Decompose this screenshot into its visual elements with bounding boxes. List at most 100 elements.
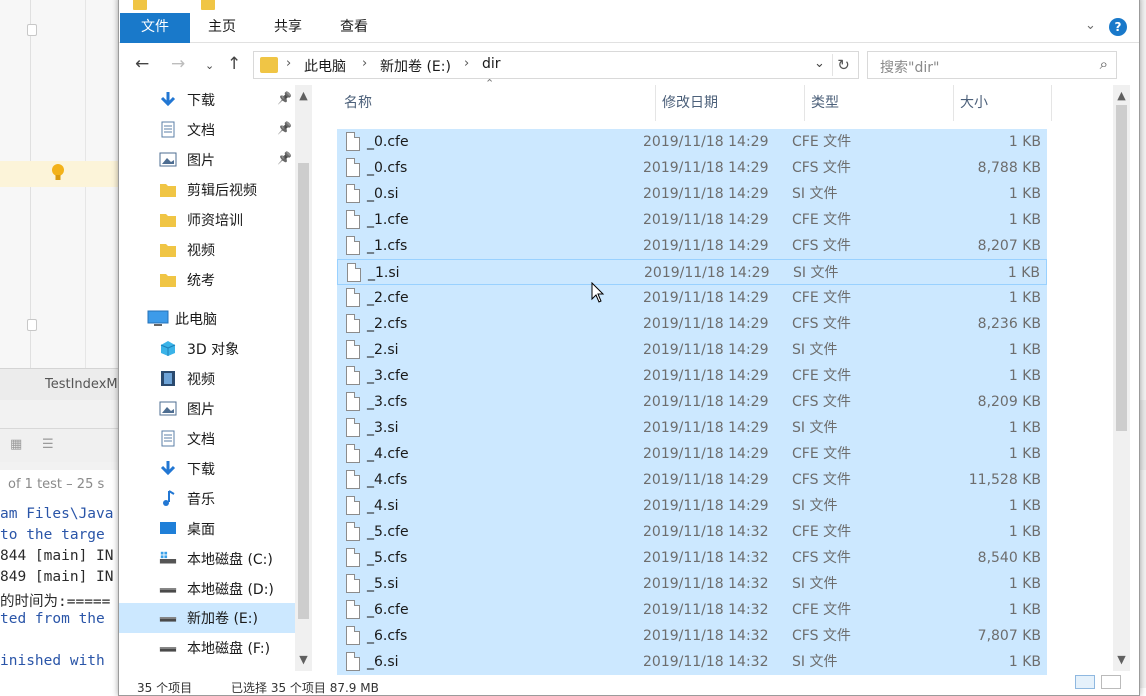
column-divider[interactable] [1051, 85, 1052, 121]
large-icons-view-button[interactable] [1101, 675, 1121, 689]
file-row[interactable]: _6.si 2019/11/18 14:32 SI 文件 1 KB [337, 649, 1047, 675]
nav-item[interactable]: 视频 [119, 364, 295, 394]
scroll-down-icon[interactable]: ▼ [1113, 653, 1130, 666]
list-icon[interactable]: ☰ [42, 437, 58, 452]
nav-item-label: 视频 [187, 243, 215, 259]
ribbon-expand-icon[interactable]: ⌄ [1085, 18, 1096, 33]
breadcrumb-drive-e[interactable]: 新加卷 (E:) [380, 56, 451, 76]
list-scrollbar-thumb[interactable] [1116, 105, 1127, 431]
refresh-icon[interactable]: ↻ [832, 54, 854, 76]
file-size: 1 KB [1008, 446, 1041, 462]
nav-item-label: 本地磁盘 (D:) [187, 582, 274, 598]
column-header-size[interactable]: 大小 [953, 85, 988, 121]
nav-item[interactable]: 图片 [119, 394, 295, 424]
nav-item[interactable]: 3D 对象 [119, 334, 295, 364]
scroll-down-icon[interactable]: ▼ [295, 653, 312, 666]
nav-item[interactable]: 本地磁盘 (D:) [119, 574, 295, 604]
details-view-button[interactable] [1075, 675, 1095, 689]
address-box[interactable]: › 此电脑 › 新加卷 (E:) › dir ⌄ ↻ [253, 51, 859, 79]
file-name: _2.cfs [367, 316, 408, 332]
nav-item[interactable]: 音乐 [119, 484, 295, 514]
search-input[interactable]: 搜索"dir" ⌕ [867, 51, 1117, 79]
help-icon[interactable]: ? [1109, 18, 1127, 36]
forward-arrow-icon[interactable]: → [171, 54, 185, 74]
file-row[interactable]: _6.cfe 2019/11/18 14:32 CFE 文件 1 KB [337, 597, 1047, 623]
nav-item[interactable]: 图片 📌 [119, 145, 295, 175]
file-row[interactable]: _2.si 2019/11/18 14:29 SI 文件 1 KB [337, 337, 1047, 363]
file-row[interactable]: _4.cfs 2019/11/18 14:29 CFS 文件 11,528 KB [337, 467, 1047, 493]
nav-item[interactable]: 文档 📌 [119, 115, 295, 145]
file-type: SI 文件 [792, 498, 838, 514]
file-row[interactable]: _0.cfs 2019/11/18 14:29 CFS 文件 8,788 KB [337, 155, 1047, 181]
file-row[interactable]: _3.cfs 2019/11/18 14:29 CFS 文件 8,209 KB [337, 389, 1047, 415]
tab-view[interactable]: 查看 [329, 13, 379, 43]
file-type: CFS 文件 [792, 550, 851, 566]
file-row[interactable]: _3.cfe 2019/11/18 14:29 CFE 文件 1 KB [337, 363, 1047, 389]
column-header-type[interactable]: 类型 [804, 85, 839, 121]
tab-file[interactable]: 文件 [120, 13, 190, 43]
fold-marker-icon[interactable] [27, 24, 37, 36]
scroll-up-icon[interactable]: ▲ [295, 89, 312, 102]
file-size: 1 KB [1008, 498, 1041, 514]
lightbulb-icon[interactable] [51, 163, 65, 183]
file-row[interactable]: _1.cfs 2019/11/18 14:29 CFS 文件 8,207 KB [337, 233, 1047, 259]
recent-chevron-icon[interactable]: ⌄ [205, 56, 214, 76]
nav-item[interactable]: 文档 [119, 424, 295, 454]
title-bar[interactable] [119, 0, 1139, 13]
file-row[interactable]: _5.cfs 2019/11/18 14:32 CFS 文件 8,540 KB [337, 545, 1047, 571]
nav-item-label: 下载 [187, 462, 215, 478]
file-icon [346, 210, 360, 229]
nav-item[interactable]: 此电脑 [119, 304, 295, 334]
nav-item[interactable]: 新加卷 (E:) [119, 603, 295, 633]
editor-tab[interactable]: TestIndexM [45, 377, 118, 392]
pin-icon[interactable]: 📌 [277, 91, 292, 105]
tab-home[interactable]: 主页 [197, 13, 247, 43]
breadcrumb-chevron-icon[interactable]: › [286, 56, 291, 71]
nav-item[interactable]: 剪辑后视频 [119, 175, 295, 205]
column-header-name[interactable]: 名称 [337, 85, 372, 121]
pictures-icon [159, 151, 177, 168]
file-row[interactable]: _5.cfe 2019/11/18 14:32 CFE 文件 1 KB [337, 519, 1047, 545]
nav-item[interactable]: 视频 [119, 235, 295, 265]
file-row[interactable]: _4.si 2019/11/18 14:29 SI 文件 1 KB [337, 493, 1047, 519]
breadcrumb-chevron-icon[interactable]: › [464, 56, 469, 71]
file-type: CFE 文件 [792, 290, 852, 306]
up-arrow-icon[interactable]: ↑ [227, 54, 241, 74]
nav-item[interactable]: 统考 [119, 265, 295, 295]
nav-item-label: 文档 [187, 123, 215, 139]
nav-item[interactable]: 下载 [119, 454, 295, 484]
address-dropdown-icon[interactable]: ⌄ [814, 56, 825, 71]
nav-item[interactable]: 下载 📌 [119, 85, 295, 115]
file-size: 1 KB [1008, 368, 1041, 384]
breadcrumb-chevron-icon[interactable]: › [362, 56, 367, 71]
scroll-up-icon[interactable]: ▲ [1113, 89, 1130, 102]
table-icon[interactable]: ▦ [10, 437, 26, 452]
file-row[interactable]: _6.cfs 2019/11/18 14:32 CFS 文件 7,807 KB [337, 623, 1047, 649]
file-row[interactable]: _4.cfe 2019/11/18 14:29 CFE 文件 1 KB [337, 441, 1047, 467]
file-size: 1 KB [1008, 602, 1041, 618]
file-row[interactable]: _0.si 2019/11/18 14:29 SI 文件 1 KB [337, 181, 1047, 207]
file-row[interactable]: _5.si 2019/11/18 14:32 SI 文件 1 KB [337, 571, 1047, 597]
search-icon[interactable]: ⌕ [1100, 55, 1108, 73]
column-header-modified[interactable]: 修改日期 [655, 85, 718, 121]
file-row[interactable]: _2.cfs 2019/11/18 14:29 CFS 文件 8,236 KB [337, 311, 1047, 337]
nav-item[interactable]: 本地磁盘 (F:) [119, 633, 295, 663]
file-type: CFE 文件 [792, 602, 852, 618]
back-arrow-icon[interactable]: ← [135, 54, 149, 74]
tab-share[interactable]: 共享 [263, 13, 313, 43]
nav-item[interactable]: 桌面 [119, 514, 295, 544]
pin-icon[interactable]: 📌 [277, 121, 292, 135]
nav-scrollbar-thumb[interactable] [298, 163, 309, 619]
breadcrumb-dir[interactable]: dir [482, 56, 501, 72]
pin-icon[interactable]: 📌 [277, 151, 292, 165]
file-row[interactable]: _0.cfe 2019/11/18 14:29 CFE 文件 1 KB [337, 129, 1047, 155]
file-modified: 2019/11/18 14:29 [643, 472, 769, 488]
nav-item[interactable]: 师资培训 [119, 205, 295, 235]
file-row[interactable]: _1.cfe 2019/11/18 14:29 CFE 文件 1 KB [337, 207, 1047, 233]
nav-item[interactable]: 本地磁盘 (C:) [119, 544, 295, 574]
breadcrumb-this-pc[interactable]: 此电脑 [304, 56, 346, 76]
file-row[interactable]: _2.cfe 2019/11/18 14:29 CFE 文件 1 KB [337, 285, 1047, 311]
fold-marker-icon[interactable] [27, 319, 37, 331]
file-row[interactable]: _1.si 2019/11/18 14:29 SI 文件 1 KB [337, 259, 1047, 285]
file-row[interactable]: _3.si 2019/11/18 14:29 SI 文件 1 KB [337, 415, 1047, 441]
